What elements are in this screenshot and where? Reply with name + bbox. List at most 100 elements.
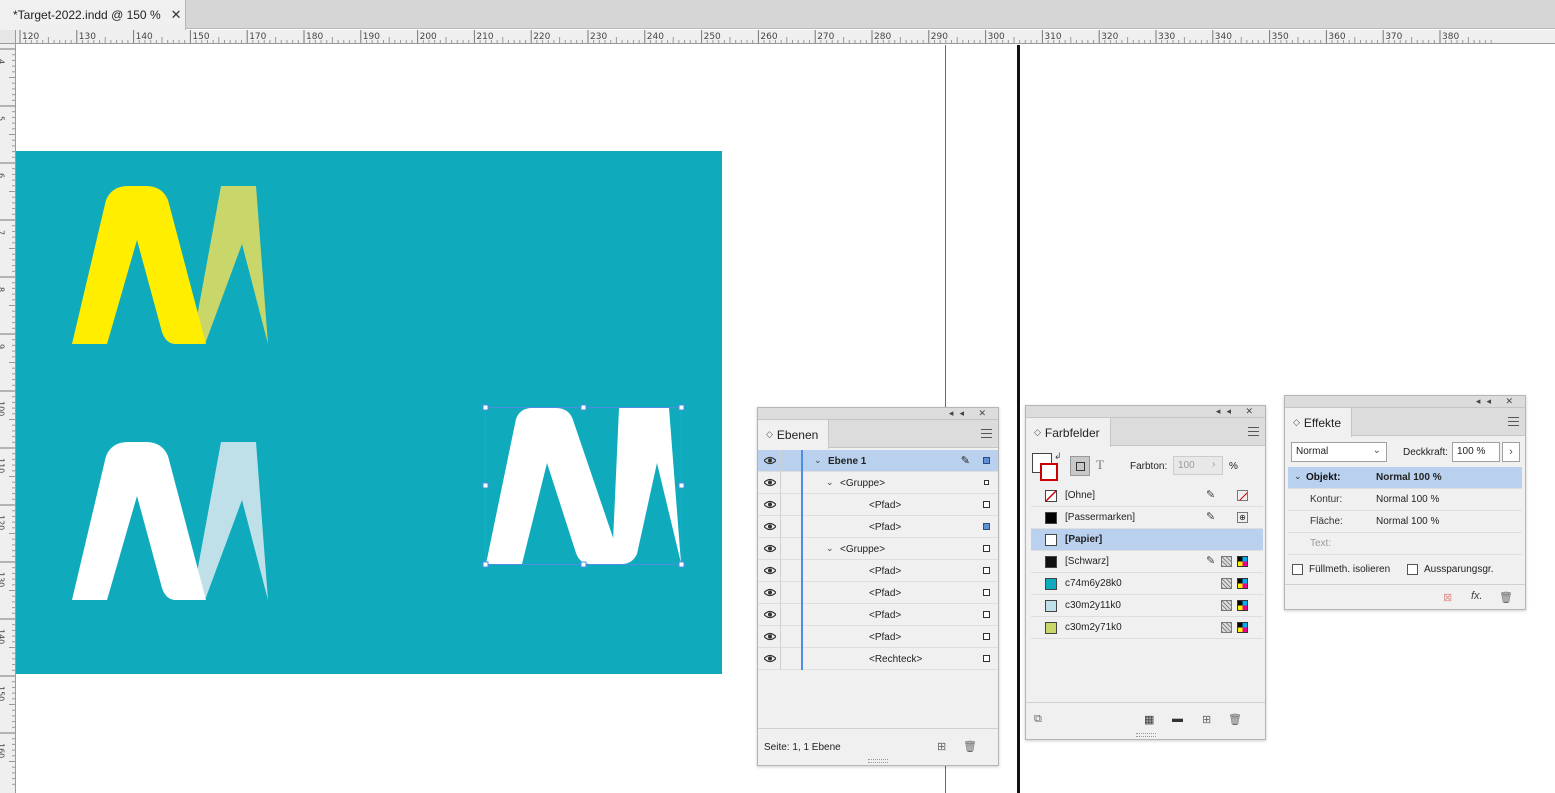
- collapse-close-icons[interactable]: ◂◂ ✕: [1216, 406, 1259, 417]
- text-mode-icon[interactable]: T: [1096, 457, 1104, 473]
- layer-row[interactable]: <Pfad>: [758, 604, 998, 626]
- chevron-down-icon[interactable]: ⌄: [1294, 471, 1302, 482]
- isolate-checkbox[interactable]: [1292, 564, 1303, 575]
- layer-row[interactable]: ⌄ Ebene 1 ✎: [758, 450, 998, 472]
- new-swatch-icon[interactable]: ⊞: [1202, 713, 1211, 726]
- eye-icon[interactable]: [763, 456, 777, 465]
- panel-menu-icon[interactable]: [1248, 427, 1259, 436]
- effect-target-row[interactable]: Text:: [1288, 533, 1522, 555]
- collapse-close-icons[interactable]: ◂◂ ✕: [1476, 396, 1519, 407]
- eye-icon[interactable]: [763, 522, 777, 531]
- resize-grip[interactable]: [868, 759, 888, 763]
- effect-target-row[interactable]: ⌄ Objekt: Normal 100 %: [1288, 467, 1522, 489]
- stroke-swatch[interactable]: [1040, 463, 1058, 481]
- lock-column[interactable]: [780, 472, 781, 494]
- eye-icon[interactable]: [763, 478, 777, 487]
- eye-icon[interactable]: [763, 632, 777, 641]
- close-icon[interactable]: ✕: [171, 7, 182, 23]
- swatch-row[interactable]: [Papier]: [1031, 529, 1263, 551]
- layer-row[interactable]: ⌄ <Gruppe>: [758, 472, 998, 494]
- swatch-row[interactable]: c30m2y11k0: [1031, 595, 1263, 617]
- panel-grip[interactable]: ◂◂ ✕: [758, 408, 998, 420]
- horizontal-ruler[interactable]: 120 130 140 150 170 180 190 200 210 220 230 240 250 2…: [16, 30, 1555, 44]
- tab-effects[interactable]: ◇ Effekte: [1285, 408, 1353, 437]
- collapse-close-icons[interactable]: ◂◂ ✕: [949, 408, 992, 419]
- swatch-row[interactable]: c74m6y28k0: [1031, 573, 1263, 595]
- eye-icon[interactable]: [763, 500, 777, 509]
- selection-square[interactable]: [983, 523, 990, 530]
- delete-icon[interactable]: 🗑: [1228, 713, 1242, 726]
- knockout-checkbox[interactable]: [1407, 564, 1418, 575]
- logo-yellow-group[interactable]: [72, 186, 268, 344]
- lock-column[interactable]: [780, 582, 781, 604]
- chevron-down-icon[interactable]: ⌄: [814, 455, 822, 466]
- clear-effects-icon[interactable]: ⊠: [1443, 591, 1452, 604]
- vertical-ruler[interactable]: 4 5 6 7 8 9 100 110 120 130 140 150 160: [0, 44, 16, 793]
- eye-icon[interactable]: [763, 566, 777, 575]
- chevron-down-icon[interactable]: ⌄: [826, 543, 834, 554]
- show-swatches-icon[interactable]: ⧉: [1034, 713, 1042, 726]
- logo-selected-group[interactable]: [482, 404, 685, 568]
- fill-stroke-proxy[interactable]: ↲: [1032, 451, 1062, 481]
- effect-target-row[interactable]: Kontur: Normal 100 %: [1288, 489, 1522, 511]
- selection-square[interactable]: [983, 545, 990, 552]
- tab-swatches[interactable]: ◇ Farbfelder: [1026, 418, 1111, 447]
- cmyk-icon: [1237, 600, 1248, 611]
- new-layer-icon[interactable]: ⊞: [937, 740, 946, 753]
- chevron-right-icon[interactable]: ›: [1212, 459, 1215, 470]
- eye-icon[interactable]: [763, 544, 777, 553]
- lock-column[interactable]: [780, 626, 781, 648]
- tint-field[interactable]: 100 ›: [1173, 456, 1223, 475]
- layer-row[interactable]: <Pfad>: [758, 626, 998, 648]
- swatch-row[interactable]: [Passermarken] ✎ ⊕: [1031, 507, 1263, 529]
- fx-icon[interactable]: fx.: [1471, 590, 1483, 602]
- delete-icon[interactable]: 🗑: [963, 740, 977, 753]
- resize-grip[interactable]: [1135, 733, 1156, 737]
- selection-square[interactable]: [984, 480, 989, 485]
- layer-row[interactable]: <Pfad>: [758, 494, 998, 516]
- swatch-view-icon[interactable]: ▦: [1144, 713, 1154, 726]
- blend-mode-select[interactable]: Normal ⌄: [1291, 442, 1387, 462]
- lock-column[interactable]: [780, 538, 781, 560]
- selection-square[interactable]: [983, 567, 990, 574]
- document-tab[interactable]: *Target-2022.indd @ 150 % ✕: [0, 0, 186, 30]
- layer-row[interactable]: <Pfad>: [758, 516, 998, 538]
- container-mode-button[interactable]: [1070, 456, 1090, 476]
- lock-column[interactable]: [780, 604, 781, 626]
- eye-icon[interactable]: [763, 654, 777, 663]
- selection-square[interactable]: [983, 633, 990, 640]
- layer-row[interactable]: ⌄ <Gruppe>: [758, 538, 998, 560]
- chevron-down-icon[interactable]: ⌄: [826, 477, 834, 488]
- chevron-right-icon[interactable]: ›: [1502, 442, 1520, 462]
- selection-square[interactable]: [983, 655, 990, 662]
- selection-square[interactable]: [983, 611, 990, 618]
- lock-column[interactable]: [780, 560, 781, 582]
- eye-icon[interactable]: [763, 588, 777, 597]
- selection-square[interactable]: [983, 589, 990, 596]
- lock-column[interactable]: [780, 648, 781, 670]
- swatch-row[interactable]: [Schwarz] ✎: [1031, 551, 1263, 573]
- selection-square[interactable]: [983, 501, 990, 508]
- logo-white-group[interactable]: [72, 442, 268, 600]
- panel-grip[interactable]: ◂◂ ✕: [1026, 406, 1265, 418]
- effect-target-row[interactable]: Fläche: Normal 100 %: [1288, 511, 1522, 533]
- layer-row[interactable]: <Pfad>: [758, 582, 998, 604]
- lock-column[interactable]: [780, 516, 781, 538]
- opacity-field[interactable]: 100 %: [1452, 442, 1500, 462]
- layer-row[interactable]: <Rechteck>: [758, 648, 998, 670]
- layer-row[interactable]: <Pfad>: [758, 560, 998, 582]
- panel-menu-icon[interactable]: [1508, 417, 1519, 426]
- eye-icon[interactable]: [763, 610, 777, 619]
- selection-square[interactable]: [983, 457, 990, 464]
- ruler-origin[interactable]: [0, 30, 16, 44]
- lock-column[interactable]: [780, 494, 781, 516]
- swap-icon[interactable]: ↲: [1054, 451, 1062, 462]
- delete-icon[interactable]: 🗑: [1499, 591, 1513, 604]
- panel-grip[interactable]: ◂◂ ✕: [1285, 396, 1525, 408]
- panel-menu-icon[interactable]: [981, 429, 992, 438]
- tab-layers[interactable]: ◇ Ebenen: [758, 420, 830, 449]
- folder-icon[interactable]: ▬: [1172, 713, 1183, 725]
- swatch-row[interactable]: [Ohne] ✎: [1031, 485, 1263, 507]
- lock-column[interactable]: [780, 450, 781, 472]
- swatch-row[interactable]: c30m2y71k0: [1031, 617, 1263, 639]
